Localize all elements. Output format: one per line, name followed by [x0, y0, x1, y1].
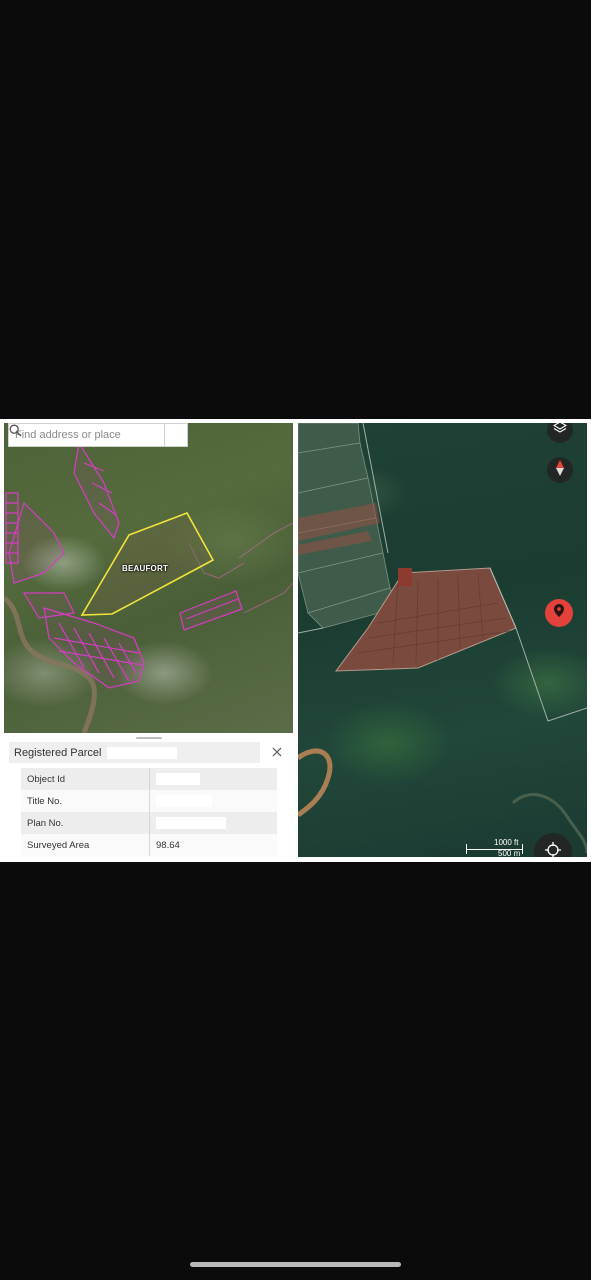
attribute-label: Plan No.	[21, 812, 150, 834]
attribute-label: Title No.	[21, 790, 150, 812]
home-indicator[interactable]	[190, 1262, 401, 1267]
redacted-value	[156, 817, 226, 829]
search-bar	[8, 423, 188, 447]
search-button[interactable]	[9, 424, 187, 446]
attribute-value	[149, 790, 277, 812]
parcel-viewer-panel: BEAUFORT Registered Parcel Object Id Tit…	[4, 423, 293, 858]
redacted-value	[156, 773, 200, 785]
attribute-value: 98.64	[149, 834, 277, 856]
screenshot-collage: BEAUFORT Registered Parcel Object Id Tit…	[0, 419, 591, 862]
scale-label-top: 1000 ft	[494, 838, 519, 847]
table-row: Surveyed Area 98.64	[21, 834, 277, 856]
close-icon	[272, 744, 282, 762]
parcel-map[interactable]: BEAUFORT	[4, 423, 293, 733]
redacted-parcel-id	[107, 746, 178, 759]
popup-drag-handle[interactable]	[136, 737, 162, 739]
scale-bar-tick	[522, 844, 523, 854]
scale-label-bottom: 500 m	[498, 849, 521, 857]
redacted-value	[156, 795, 212, 807]
layers-icon	[552, 423, 568, 440]
table-row: Title No.	[21, 790, 277, 812]
parcel-map-overlay	[4, 441, 293, 733]
attribute-value	[149, 768, 277, 790]
location-marker[interactable]	[545, 599, 573, 627]
compass-button[interactable]	[547, 457, 573, 483]
compass-icon	[555, 459, 565, 481]
popup-title: Registered Parcel	[14, 746, 102, 759]
attribute-value	[149, 812, 277, 834]
location-pin-icon	[554, 604, 564, 622]
attribute-table: Object Id Title No. Plan No. Surveyed Ar…	[21, 768, 277, 856]
crosshair-icon	[545, 841, 561, 857]
satellite-map[interactable]: 1000 ft 500 m	[298, 423, 587, 857]
popup-header: Registered Parcel	[9, 742, 260, 763]
satellite-map-overlay	[298, 423, 587, 854]
table-row: Object Id	[21, 768, 277, 790]
scale-bar-tick	[466, 844, 467, 854]
attribute-label: Surveyed Area	[21, 834, 150, 856]
table-row: Plan No.	[21, 812, 277, 834]
attribute-label: Object Id	[21, 768, 150, 790]
search-input[interactable]	[9, 425, 165, 445]
parcel-label: BEAUFORT	[122, 564, 169, 573]
popup-close-button[interactable]	[269, 745, 285, 761]
